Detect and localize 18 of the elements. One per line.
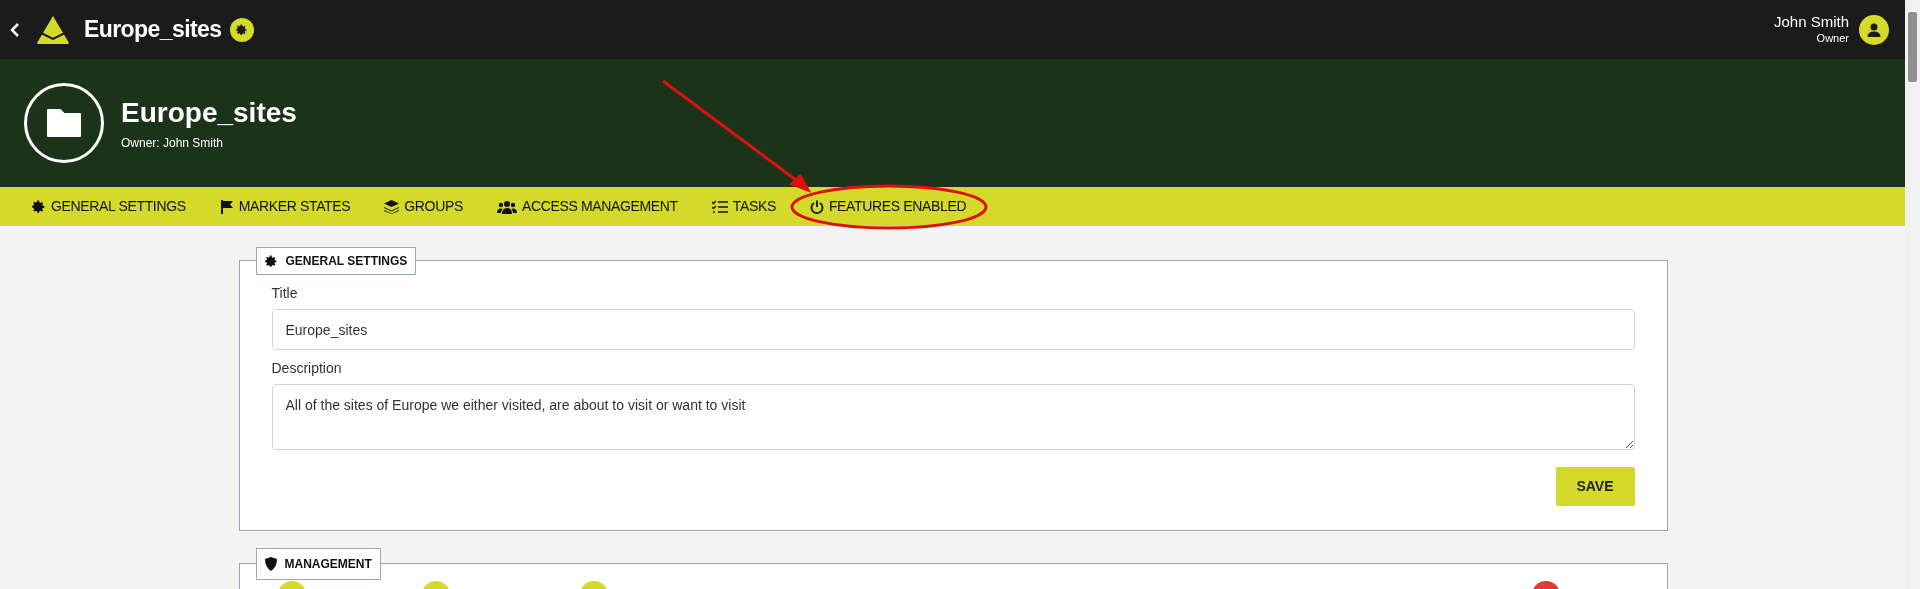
field-label: Title [271,284,299,303]
field-label: Description [271,359,343,378]
section-title: MANAGEMENT [284,556,372,573]
save-button[interactable]: SAVE [1555,467,1635,506]
tab[interactable]: ACCESS MANAGEMENT [496,187,678,226]
tab[interactable]: GROUPS [384,187,463,226]
user-name: John Smith [1773,13,1849,32]
project-title: Europe_sites [84,15,222,45]
section-title: GENERAL SETTINGS [285,253,408,270]
tab[interactable]: TASKS [711,187,776,226]
tab[interactable]: MARKER STATES [219,187,351,226]
title-field[interactable]: Europe_sites [271,309,1635,350]
user-role: Owner [1816,32,1849,46]
project-title: Europe_sites [121,95,297,130]
tab[interactable]: GENERAL SETTINGS [32,187,186,226]
tab[interactable]: FEATURES ENABLED [809,187,967,226]
description-field[interactable]: All of the sites of Europe we either visited, are about to visit or want to visit [271,384,1635,450]
project-owner: Owner: John Smith [121,134,225,152]
